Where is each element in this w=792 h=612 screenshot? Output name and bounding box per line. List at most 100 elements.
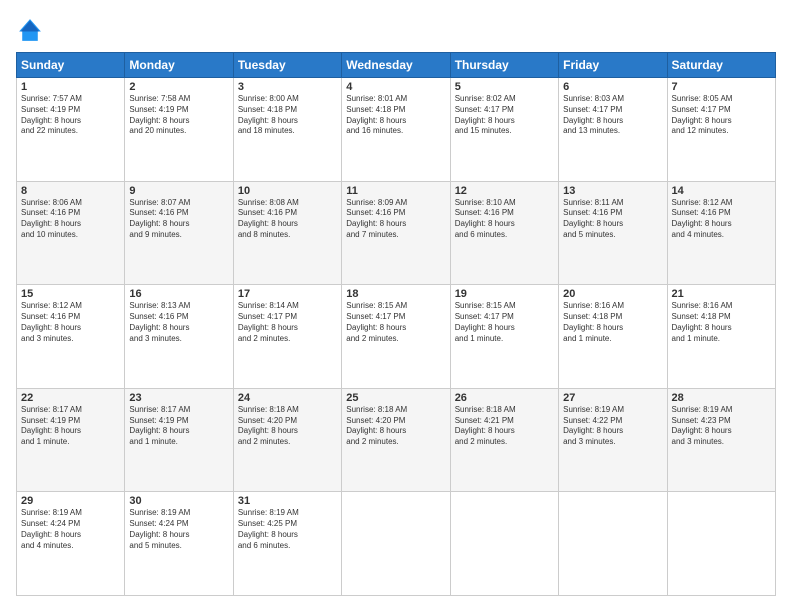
day-number: 4 — [346, 81, 445, 93]
calendar-cell: 27Sunrise: 8:19 AMSunset: 4:22 PMDayligh… — [559, 388, 667, 492]
cell-info: Sunrise: 7:58 AMSunset: 4:19 PMDaylight:… — [129, 94, 228, 137]
cell-info: Sunrise: 8:17 AMSunset: 4:19 PMDaylight:… — [21, 405, 120, 448]
logo — [16, 16, 48, 44]
day-number: 13 — [563, 185, 662, 197]
cell-info: Sunrise: 8:10 AMSunset: 4:16 PMDaylight:… — [455, 198, 554, 241]
cell-info: Sunrise: 8:11 AMSunset: 4:16 PMDaylight:… — [563, 198, 662, 241]
calendar-cell: 16Sunrise: 8:13 AMSunset: 4:16 PMDayligh… — [125, 285, 233, 389]
calendar-cell: 8Sunrise: 8:06 AMSunset: 4:16 PMDaylight… — [17, 181, 125, 285]
week-row-1: 1Sunrise: 7:57 AMSunset: 4:19 PMDaylight… — [17, 78, 776, 182]
column-header-friday: Friday — [559, 53, 667, 78]
column-header-monday: Monday — [125, 53, 233, 78]
day-number: 3 — [238, 81, 337, 93]
cell-info: Sunrise: 8:15 AMSunset: 4:17 PMDaylight:… — [455, 301, 554, 344]
cell-info: Sunrise: 8:12 AMSunset: 4:16 PMDaylight:… — [21, 301, 120, 344]
cell-info: Sunrise: 8:19 AMSunset: 4:22 PMDaylight:… — [563, 405, 662, 448]
calendar-cell: 26Sunrise: 8:18 AMSunset: 4:21 PMDayligh… — [450, 388, 558, 492]
calendar-cell: 28Sunrise: 8:19 AMSunset: 4:23 PMDayligh… — [667, 388, 775, 492]
cell-info: Sunrise: 8:01 AMSunset: 4:18 PMDaylight:… — [346, 94, 445, 137]
week-row-3: 15Sunrise: 8:12 AMSunset: 4:16 PMDayligh… — [17, 285, 776, 389]
calendar-cell: 10Sunrise: 8:08 AMSunset: 4:16 PMDayligh… — [233, 181, 341, 285]
calendar-cell — [342, 492, 450, 596]
cell-info: Sunrise: 8:06 AMSunset: 4:16 PMDaylight:… — [21, 198, 120, 241]
cell-info: Sunrise: 8:07 AMSunset: 4:16 PMDaylight:… — [129, 198, 228, 241]
calendar-header-row: SundayMondayTuesdayWednesdayThursdayFrid… — [17, 53, 776, 78]
day-number: 14 — [672, 185, 771, 197]
page: SundayMondayTuesdayWednesdayThursdayFrid… — [0, 0, 792, 612]
cell-info: Sunrise: 8:00 AMSunset: 4:18 PMDaylight:… — [238, 94, 337, 137]
column-header-wednesday: Wednesday — [342, 53, 450, 78]
week-row-5: 29Sunrise: 8:19 AMSunset: 4:24 PMDayligh… — [17, 492, 776, 596]
logo-icon — [16, 16, 44, 44]
day-number: 15 — [21, 288, 120, 300]
day-number: 26 — [455, 392, 554, 404]
calendar-cell: 20Sunrise: 8:16 AMSunset: 4:18 PMDayligh… — [559, 285, 667, 389]
calendar-cell: 24Sunrise: 8:18 AMSunset: 4:20 PMDayligh… — [233, 388, 341, 492]
calendar-cell: 1Sunrise: 7:57 AMSunset: 4:19 PMDaylight… — [17, 78, 125, 182]
calendar-cell: 11Sunrise: 8:09 AMSunset: 4:16 PMDayligh… — [342, 181, 450, 285]
day-number: 22 — [21, 392, 120, 404]
calendar-cell: 17Sunrise: 8:14 AMSunset: 4:17 PMDayligh… — [233, 285, 341, 389]
cell-info: Sunrise: 8:16 AMSunset: 4:18 PMDaylight:… — [563, 301, 662, 344]
cell-info: Sunrise: 8:19 AMSunset: 4:25 PMDaylight:… — [238, 508, 337, 551]
calendar-cell: 2Sunrise: 7:58 AMSunset: 4:19 PMDaylight… — [125, 78, 233, 182]
column-header-tuesday: Tuesday — [233, 53, 341, 78]
cell-info: Sunrise: 8:17 AMSunset: 4:19 PMDaylight:… — [129, 405, 228, 448]
calendar-cell: 30Sunrise: 8:19 AMSunset: 4:24 PMDayligh… — [125, 492, 233, 596]
calendar-cell: 7Sunrise: 8:05 AMSunset: 4:17 PMDaylight… — [667, 78, 775, 182]
cell-info: Sunrise: 8:18 AMSunset: 4:20 PMDaylight:… — [346, 405, 445, 448]
cell-info: Sunrise: 8:08 AMSunset: 4:16 PMDaylight:… — [238, 198, 337, 241]
day-number: 12 — [455, 185, 554, 197]
day-number: 16 — [129, 288, 228, 300]
calendar-cell: 5Sunrise: 8:02 AMSunset: 4:17 PMDaylight… — [450, 78, 558, 182]
calendar-cell: 22Sunrise: 8:17 AMSunset: 4:19 PMDayligh… — [17, 388, 125, 492]
week-row-2: 8Sunrise: 8:06 AMSunset: 4:16 PMDaylight… — [17, 181, 776, 285]
day-number: 17 — [238, 288, 337, 300]
calendar-cell: 18Sunrise: 8:15 AMSunset: 4:17 PMDayligh… — [342, 285, 450, 389]
cell-info: Sunrise: 8:14 AMSunset: 4:17 PMDaylight:… — [238, 301, 337, 344]
calendar-cell: 14Sunrise: 8:12 AMSunset: 4:16 PMDayligh… — [667, 181, 775, 285]
cell-info: Sunrise: 8:19 AMSunset: 4:24 PMDaylight:… — [21, 508, 120, 551]
day-number: 29 — [21, 495, 120, 507]
day-number: 2 — [129, 81, 228, 93]
cell-info: Sunrise: 8:18 AMSunset: 4:21 PMDaylight:… — [455, 405, 554, 448]
calendar-cell: 15Sunrise: 8:12 AMSunset: 4:16 PMDayligh… — [17, 285, 125, 389]
day-number: 25 — [346, 392, 445, 404]
calendar-cell: 29Sunrise: 8:19 AMSunset: 4:24 PMDayligh… — [17, 492, 125, 596]
day-number: 6 — [563, 81, 662, 93]
day-number: 7 — [672, 81, 771, 93]
cell-info: Sunrise: 8:13 AMSunset: 4:16 PMDaylight:… — [129, 301, 228, 344]
calendar-cell: 31Sunrise: 8:19 AMSunset: 4:25 PMDayligh… — [233, 492, 341, 596]
calendar-cell: 9Sunrise: 8:07 AMSunset: 4:16 PMDaylight… — [125, 181, 233, 285]
day-number: 31 — [238, 495, 337, 507]
calendar-cell — [450, 492, 558, 596]
day-number: 5 — [455, 81, 554, 93]
cell-info: Sunrise: 8:03 AMSunset: 4:17 PMDaylight:… — [563, 94, 662, 137]
day-number: 19 — [455, 288, 554, 300]
calendar-cell: 6Sunrise: 8:03 AMSunset: 4:17 PMDaylight… — [559, 78, 667, 182]
calendar-cell: 12Sunrise: 8:10 AMSunset: 4:16 PMDayligh… — [450, 181, 558, 285]
day-number: 28 — [672, 392, 771, 404]
calendar-cell — [667, 492, 775, 596]
column-header-sunday: Sunday — [17, 53, 125, 78]
cell-info: Sunrise: 8:12 AMSunset: 4:16 PMDaylight:… — [672, 198, 771, 241]
cell-info: Sunrise: 8:19 AMSunset: 4:23 PMDaylight:… — [672, 405, 771, 448]
cell-info: Sunrise: 8:05 AMSunset: 4:17 PMDaylight:… — [672, 94, 771, 137]
cell-info: Sunrise: 8:02 AMSunset: 4:17 PMDaylight:… — [455, 94, 554, 137]
cell-info: Sunrise: 8:09 AMSunset: 4:16 PMDaylight:… — [346, 198, 445, 241]
column-header-thursday: Thursday — [450, 53, 558, 78]
calendar-cell — [559, 492, 667, 596]
day-number: 21 — [672, 288, 771, 300]
header — [16, 16, 776, 44]
day-number: 1 — [21, 81, 120, 93]
calendar-cell: 21Sunrise: 8:16 AMSunset: 4:18 PMDayligh… — [667, 285, 775, 389]
day-number: 20 — [563, 288, 662, 300]
calendar-cell: 25Sunrise: 8:18 AMSunset: 4:20 PMDayligh… — [342, 388, 450, 492]
day-number: 8 — [21, 185, 120, 197]
day-number: 11 — [346, 185, 445, 197]
calendar-cell: 13Sunrise: 8:11 AMSunset: 4:16 PMDayligh… — [559, 181, 667, 285]
day-number: 18 — [346, 288, 445, 300]
calendar-cell: 23Sunrise: 8:17 AMSunset: 4:19 PMDayligh… — [125, 388, 233, 492]
cell-info: Sunrise: 8:15 AMSunset: 4:17 PMDaylight:… — [346, 301, 445, 344]
calendar-cell: 3Sunrise: 8:00 AMSunset: 4:18 PMDaylight… — [233, 78, 341, 182]
